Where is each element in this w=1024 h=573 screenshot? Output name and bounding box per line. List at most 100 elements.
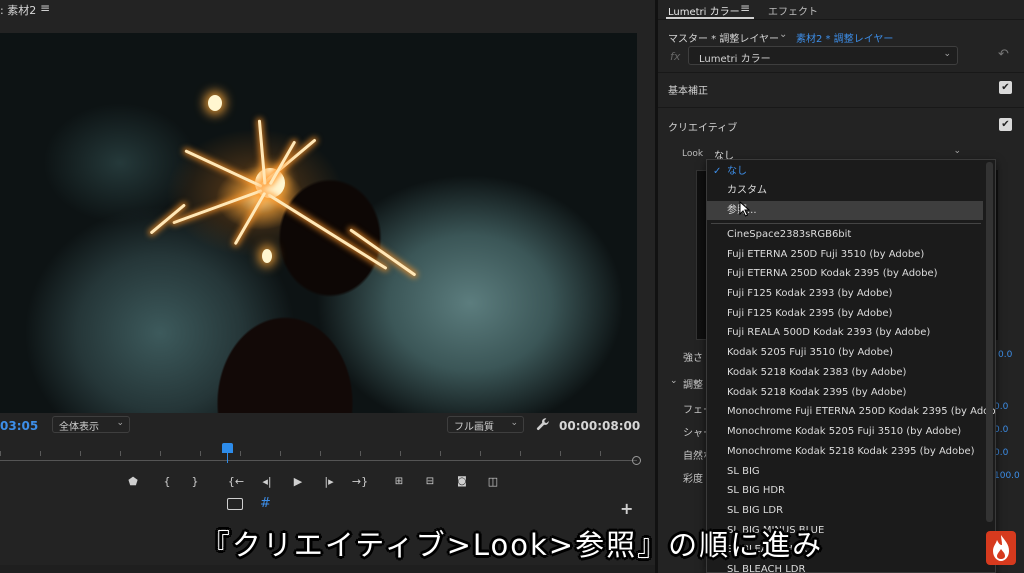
sequence-ruler[interactable] — [0, 565, 655, 573]
mouse-cursor-icon — [739, 201, 751, 217]
look-option[interactable]: Kodak 5218 Kodak 2383 (by Adobe) — [707, 363, 983, 382]
sharpen-value[interactable]: 0.0 — [994, 425, 1008, 435]
lift-button[interactable]: ⊞ — [390, 474, 408, 490]
panel-menu-icon[interactable]: ≡ — [740, 1, 750, 15]
fade-label: フェード — [683, 405, 708, 416]
menu-scrollbar[interactable] — [986, 162, 993, 522]
ruler-tick — [40, 451, 41, 456]
program-monitor-panel: : 素材2 ≡ 03:05 全体表示 ⌄ フル画質 ⌄ 00:00:08:00 — [0, 0, 655, 573]
step-forward-button[interactable]: |▸ — [320, 474, 338, 490]
go-to-in-button[interactable]: {← — [227, 474, 245, 490]
step-back-button[interactable]: ◂| — [258, 474, 276, 490]
ruler-tick — [120, 451, 121, 456]
look-option[interactable]: Monochrome Kodak 5218 Kodak 2395 (by Ado… — [707, 442, 983, 461]
vibrance-value[interactable]: 0.0 — [994, 448, 1008, 458]
tab-lumetri-color[interactable]: Lumetri カラー — [668, 3, 740, 18]
ruler-tick — [280, 451, 281, 456]
vibrance-label: 自然な彩度 — [683, 451, 708, 462]
section-divider — [658, 72, 1024, 73]
panel-tabs: Lumetri カラー ≡ エフェクト — [658, 0, 1024, 19]
ruler-tick — [560, 451, 561, 456]
ruler-tick — [160, 451, 161, 456]
tab-effects[interactable]: エフェクト — [768, 3, 818, 18]
divider — [658, 19, 1024, 20]
section-basic-correction[interactable]: 基本補正 — [668, 82, 708, 97]
saturation-value[interactable]: 100.0 — [994, 471, 1020, 481]
safe-margins-button[interactable] — [227, 498, 243, 510]
go-to-out-button[interactable]: →} — [351, 474, 369, 490]
duration-timecode: 00:00:08:00 — [559, 419, 641, 433]
settings-wrench-icon[interactable] — [536, 417, 550, 431]
fx-icon: fx — [670, 50, 681, 63]
playback-quality-select[interactable]: フル画質 ⌄ — [447, 416, 524, 433]
flame-logo-icon — [986, 531, 1016, 565]
ruler-tick — [240, 451, 241, 456]
saturation-label: 彩度 — [683, 474, 703, 485]
playback-quality-value: フル画質 — [454, 422, 494, 433]
add-marker-button[interactable]: ⬟ — [124, 474, 142, 490]
look-option[interactable]: Kodak 5205 Fuji 3510 (by Adobe) — [707, 343, 983, 362]
look-option-none[interactable]: ✓ なし — [707, 162, 983, 181]
look-option[interactable]: Fuji F125 Kodak 2395 (by Adobe) — [707, 304, 983, 323]
look-dropdown-menu: ✓ なし カスタム 参照... CineSpace2383sRGB6bit Fu… — [706, 159, 996, 573]
current-timecode[interactable]: 03:05 — [0, 419, 38, 433]
end-marker-icon[interactable] — [632, 456, 641, 465]
monitor-timeline-ruler[interactable] — [0, 440, 641, 465]
chevron-down-icon: ⌄ — [116, 418, 124, 428]
look-option[interactable]: Monochrome Fuji ETERNA 250D Kodak 2395 (… — [707, 402, 995, 421]
ruler-tick — [600, 451, 601, 456]
basic-correction-checkbox[interactable]: ✔ — [999, 81, 1012, 94]
monitor-menu-icon[interactable]: ≡ — [40, 1, 50, 15]
ruler-tick — [360, 451, 361, 456]
look-option-custom[interactable]: カスタム — [707, 181, 983, 200]
menu-separator — [711, 223, 981, 224]
mark-out-button[interactable]: } — [186, 474, 204, 490]
breadcrumb-clip[interactable]: 素材2 * 調整レイヤー — [796, 30, 893, 45]
compare-view-button[interactable]: ◫ — [484, 474, 502, 490]
ruler-tick — [320, 451, 321, 456]
chevron-down-icon: ⌄ — [943, 49, 951, 59]
look-option[interactable]: Fuji ETERNA 250D Kodak 2395 (by Adobe) — [707, 264, 983, 283]
effect-instance-value: Lumetri カラー — [699, 54, 771, 65]
reset-icon[interactable]: ↶ — [998, 47, 1009, 62]
add-button[interactable]: + — [620, 499, 633, 518]
grid-button[interactable]: # — [260, 496, 271, 511]
spark — [184, 149, 263, 188]
look-option[interactable]: Fuji F125 Kodak 2393 (by Adobe) — [707, 284, 983, 303]
playhead-handle[interactable] — [222, 443, 233, 453]
look-option[interactable]: SL BIG — [707, 462, 983, 481]
ruler-tick — [520, 451, 521, 456]
effect-instance-select[interactable]: Lumetri カラー ⌄ — [688, 46, 958, 65]
look-option[interactable]: Kodak 5218 Kodak 2395 (by Adobe) — [707, 383, 983, 402]
spark — [267, 193, 388, 270]
strength-value[interactable]: 0.0 — [998, 350, 1012, 360]
play-button[interactable]: ▶ — [289, 474, 307, 490]
sharpen-label: シャープ — [683, 428, 708, 439]
mark-in-button[interactable]: { — [158, 474, 176, 490]
fade-value[interactable]: 0.0 — [994, 402, 1008, 412]
look-label: Look — [682, 149, 704, 159]
chevron-down-icon[interactable]: ⌄ — [779, 29, 787, 40]
video-preview[interactable] — [0, 33, 637, 413]
section-divider — [658, 107, 1024, 108]
chevron-down-icon[interactable]: ⌄ — [670, 376, 678, 386]
ruler-baseline — [0, 460, 637, 461]
adjust-section-label[interactable]: 調整 — [683, 376, 703, 391]
look-option[interactable]: SL BIG HDR — [707, 481, 983, 500]
creative-checkbox[interactable]: ✔ — [999, 118, 1012, 131]
zoom-level-select[interactable]: 全体表示 ⌄ — [52, 416, 130, 433]
look-option[interactable]: Fuji ETERNA 250D Fuji 3510 (by Adobe) — [707, 245, 983, 264]
ruler-tick — [480, 451, 481, 456]
ruler-tick — [0, 451, 1, 456]
ruler-tick — [400, 451, 401, 456]
breadcrumb-master[interactable]: マスター * 調整レイヤー — [668, 30, 779, 45]
look-option[interactable]: Fuji REALA 500D Kodak 2393 (by Adobe) — [707, 323, 983, 342]
export-frame-button[interactable]: ◙ — [453, 474, 471, 490]
look-option[interactable]: Monochrome Kodak 5205 Fuji 3510 (by Adob… — [707, 422, 983, 441]
look-option[interactable]: CineSpace2383sRGB6bit — [707, 225, 983, 244]
zoom-level-value: 全体表示 — [59, 422, 99, 433]
section-creative[interactable]: クリエイティブ — [668, 119, 737, 134]
sparkler-ember — [208, 95, 222, 111]
look-option[interactable]: SL BIG LDR — [707, 501, 983, 520]
extract-button[interactable]: ⊟ — [421, 474, 439, 490]
